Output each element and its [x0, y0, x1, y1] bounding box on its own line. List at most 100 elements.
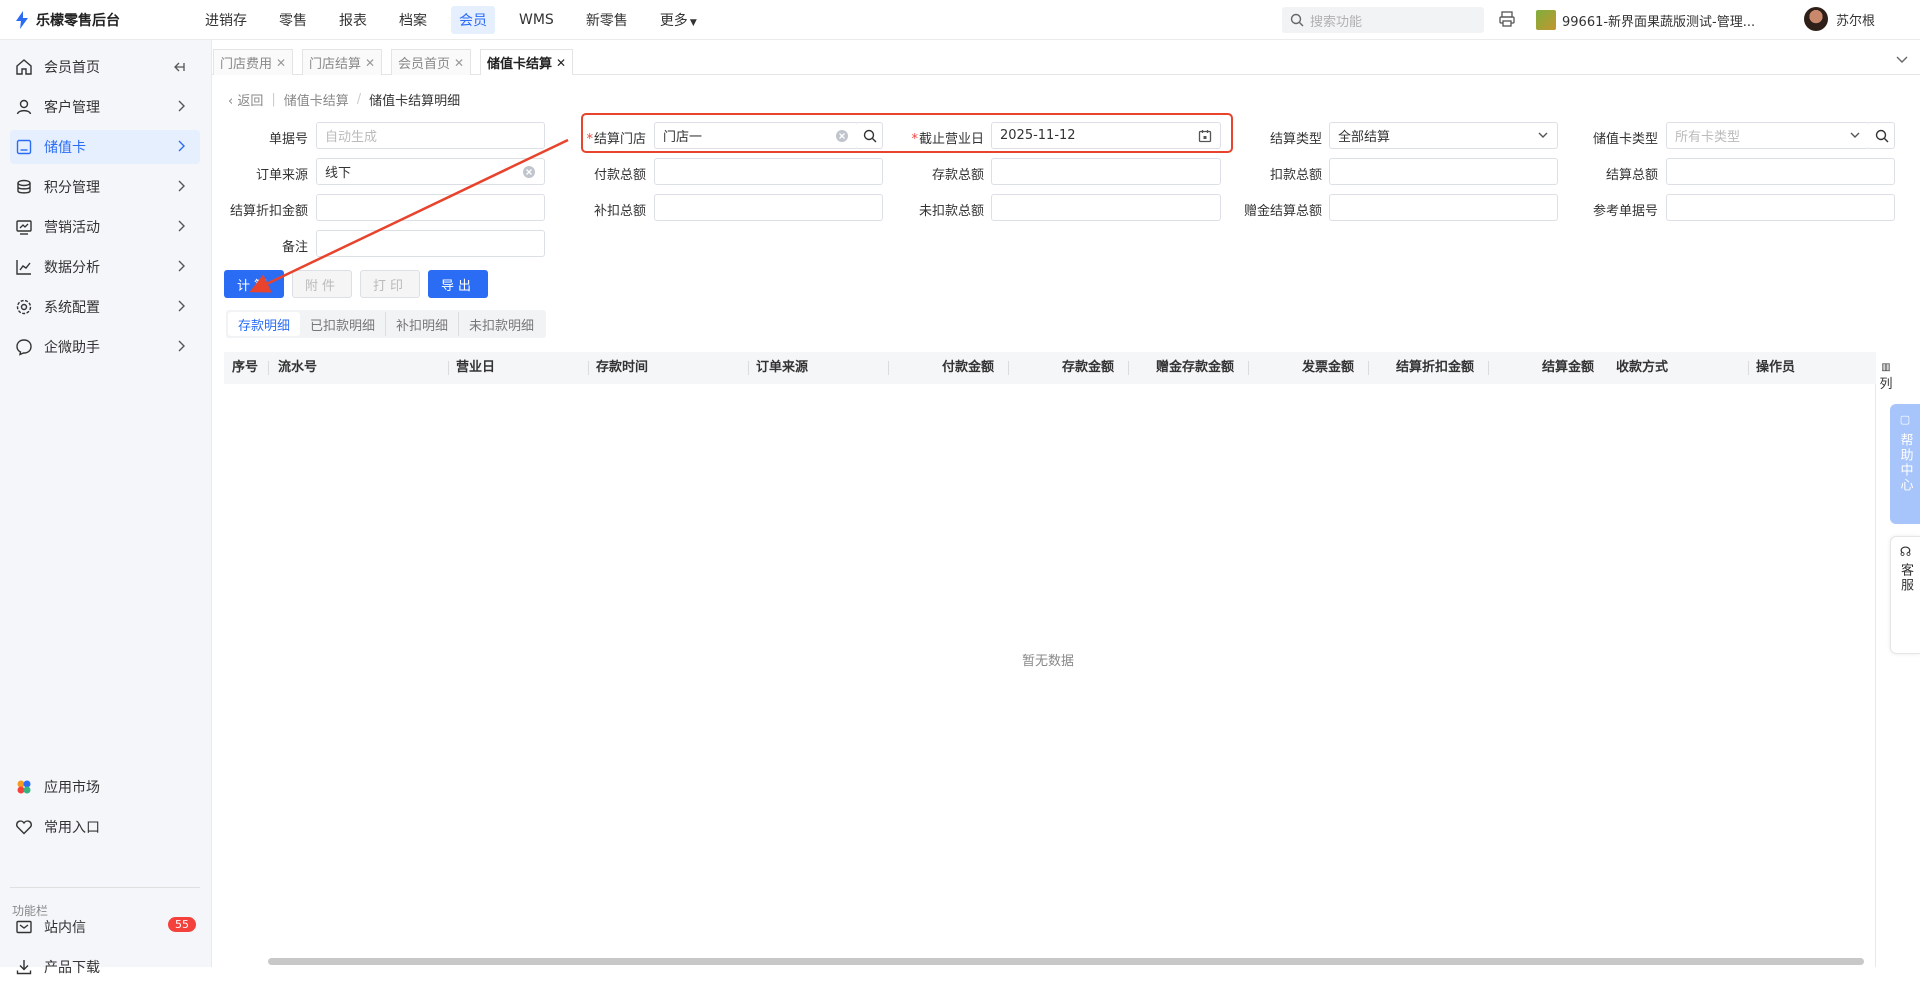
tab-label: 会员首页 — [398, 57, 451, 72]
store-switcher[interactable]: 99661-新界面果蔬版测试-管理... — [1536, 10, 1755, 30]
tab-store-expenses[interactable]: 门店费用 ✕ — [213, 49, 294, 75]
column-settings-button[interactable]: ▥ 列 — [1878, 362, 1894, 392]
pay-total-label: 付款总额 — [593, 168, 646, 183]
printer-icon[interactable] — [1498, 10, 1516, 32]
search-icon — [1290, 13, 1304, 27]
doc-no-input[interactable]: 自动生成 — [316, 122, 545, 149]
calculate-button[interactable]: 计算 — [224, 270, 284, 298]
customer-service-button[interactable]: ☊ 客服 — [1890, 536, 1920, 654]
horizontal-scrollbar[interactable] — [268, 958, 1864, 965]
tab-store-settlement[interactable]: 门店结算 ✕ — [302, 49, 383, 75]
export-button[interactable]: 导出 — [428, 270, 488, 298]
sidebar-item-points[interactable]: 积分管理 — [10, 170, 200, 204]
nav-item-new-retail[interactable]: 新零售 — [586, 10, 628, 30]
table-header: 序号 流水号 营业日 存款时间 订单来源 付款金额 存款金额 赠金存款金额 发票… — [224, 352, 1876, 384]
empty-state-text: 暂无数据 — [1022, 654, 1075, 669]
card-type-search-button[interactable] — [1869, 122, 1895, 149]
subtab-supplement-detail[interactable]: 补扣明细 — [386, 312, 460, 336]
subtab-deposit-detail[interactable]: 存款明细 — [228, 312, 301, 336]
deduct-total-label: 扣款总额 — [1269, 168, 1322, 183]
sidebar-item-app-market[interactable]: 应用市场 — [10, 770, 200, 804]
sidebar-divider — [10, 887, 200, 888]
settle-discount-label: 结算折扣金额 — [229, 204, 308, 219]
coin-icon — [14, 177, 34, 197]
column-header: 订单来源 — [756, 360, 809, 375]
sidebar-item-label: 积分管理 — [44, 180, 100, 196]
column-header: 存款时间 — [596, 360, 649, 375]
app-logo[interactable]: 乐檬零售后台 — [14, 10, 120, 30]
user-menu[interactable]: 苏尔根 — [1804, 7, 1875, 31]
close-icon[interactable]: ✕ — [276, 56, 286, 70]
chevron-down-icon[interactable] — [1896, 53, 1908, 68]
tab-member-home[interactable]: 会员首页 ✕ — [391, 49, 472, 75]
breadcrumb-divider: | — [271, 92, 276, 107]
nav-item-inventory[interactable]: 进销存 — [205, 10, 247, 30]
sidebar-item-label: 企微助手 — [44, 340, 100, 356]
sidebar-item-data-analysis[interactable]: 数据分析 — [10, 250, 200, 284]
sidebar-item-stored-value-card[interactable]: 储值卡 — [10, 130, 200, 164]
remark-input[interactable] — [316, 230, 545, 257]
subtab-deducted-detail[interactable]: 已扣款明细 — [300, 312, 387, 336]
sidebar-item-wecom-assistant[interactable]: 企微助手 — [10, 330, 200, 364]
back-label: 返回 — [237, 94, 264, 109]
close-icon[interactable]: ✕ — [365, 56, 375, 70]
help-center-button[interactable]: ▢ 帮助中心 — [1890, 404, 1920, 524]
breadcrumb-parent[interactable]: 储值卡结算 — [284, 90, 349, 109]
column-header: 收款方式 — [1616, 360, 1669, 375]
breadcrumb: ‹ 返回 | 储值卡结算 / 储值卡结算明细 — [228, 90, 460, 109]
annotation-highlight-box — [581, 113, 1233, 153]
deposit-total-label: 存款总额 — [931, 168, 984, 183]
bonus-settle-total-field — [1329, 194, 1558, 221]
sidebar-item-customer[interactable]: 客户管理 — [10, 90, 200, 124]
chevron-down-icon — [1849, 129, 1861, 145]
supplement-total-label: 补扣总额 — [593, 204, 646, 219]
settle-type-label: 结算类型 — [1269, 132, 1322, 147]
heart-icon — [14, 817, 34, 837]
card-type-placeholder: 所有卡类型 — [1675, 130, 1741, 145]
table-right-border — [1875, 384, 1876, 967]
sidebar-item-favorites[interactable]: 常用入口 — [10, 810, 200, 844]
function-search[interactable]: 搜索功能 — [1282, 7, 1484, 33]
back-button[interactable]: ‹ 返回 — [228, 90, 263, 109]
nav-item-retail[interactable]: 零售 — [279, 10, 307, 30]
user-name: 苏尔根 — [1836, 13, 1876, 29]
clear-icon[interactable] — [522, 165, 536, 183]
tab-stored-value-settlement[interactable]: 储值卡结算 ✕ — [480, 49, 574, 75]
collapse-sidebar-icon[interactable] — [172, 60, 186, 78]
supplement-total-field — [654, 194, 883, 221]
chart-icon — [14, 257, 34, 277]
sidebar-item-product-download[interactable]: 产品下载 — [10, 950, 200, 984]
store-name: 99661-新界面果蔬版测试-管理... — [1562, 14, 1756, 30]
sidebar-item-marketing[interactable]: 营销活动 — [10, 210, 200, 244]
nav-item-reports[interactable]: 报表 — [339, 10, 367, 30]
column-divider — [748, 361, 749, 375]
order-source-select[interactable]: 线下 — [316, 158, 545, 185]
column-header: 结算金额 — [1542, 360, 1595, 375]
nav-item-archives[interactable]: 档案 — [399, 10, 427, 30]
attachment-button[interactable]: 附件 — [292, 270, 352, 298]
sidebar-item-system-config[interactable]: 系统配置 — [10, 290, 200, 324]
sidebar-item-member-home[interactable]: 会员首页 — [10, 50, 200, 84]
column-header: 存款金额 — [1062, 360, 1115, 375]
sidebar-item-messages[interactable]: 站内信 55 — [10, 910, 200, 944]
sidebar-item-label: 系统配置 — [44, 300, 100, 316]
chevron-right-icon — [176, 100, 186, 116]
close-icon[interactable]: ✕ — [454, 56, 464, 70]
nav-item-more[interactable]: 更多 ▼ — [660, 10, 697, 30]
sidebar-item-label: 营销活动 — [44, 220, 100, 236]
column-header: 发票金额 — [1302, 360, 1355, 375]
top-bar: 乐檬零售后台 进销存 零售 报表 档案 会员 WMS 新零售 更多 ▼ 搜索功能 … — [0, 0, 1920, 40]
unread-count-badge: 55 — [168, 917, 196, 932]
chevron-right-icon — [176, 220, 186, 236]
nav-item-wms[interactable]: WMS — [519, 12, 554, 28]
print-button[interactable]: 打印 — [360, 270, 420, 298]
page-tab-bar: 门店费用 ✕ 门店结算 ✕ 会员首页 ✕ 储值卡结算 ✕ — [212, 47, 1920, 75]
subtab-undeducted-detail[interactable]: 未扣款明细 — [459, 312, 544, 336]
ref-no-input[interactable] — [1666, 194, 1895, 221]
close-icon[interactable]: ✕ — [556, 56, 566, 70]
card-type-select[interactable]: 所有卡类型 — [1666, 122, 1870, 149]
sidebar-item-label: 储值卡 — [44, 140, 86, 156]
settle-type-value: 全部结算 — [1338, 130, 1391, 145]
settle-type-select[interactable]: 全部结算 — [1329, 122, 1558, 149]
nav-item-members[interactable]: 会员 — [451, 6, 495, 34]
